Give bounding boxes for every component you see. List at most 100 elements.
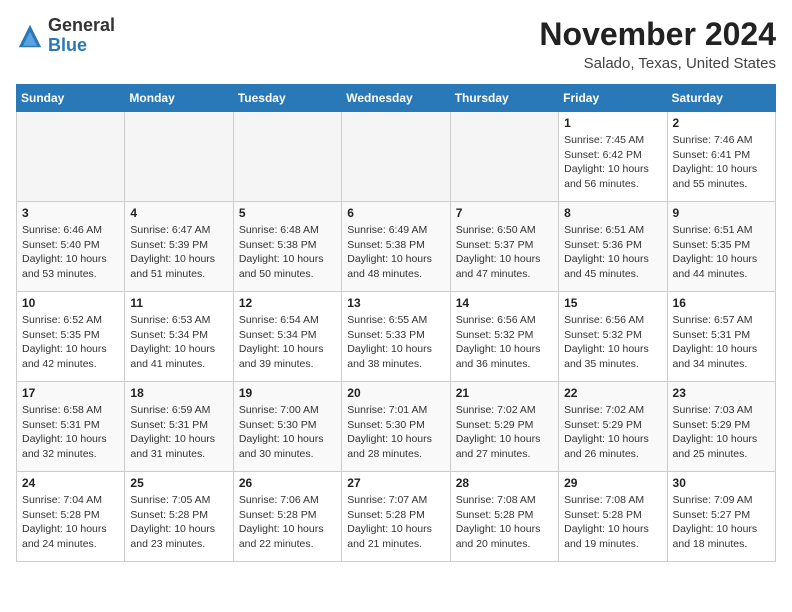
calendar-cell: 13Sunrise: 6:55 AM Sunset: 5:33 PM Dayli…	[342, 292, 450, 382]
day-info: Sunrise: 6:56 AM Sunset: 5:32 PM Dayligh…	[564, 313, 661, 372]
calendar-cell	[233, 112, 341, 202]
day-info: Sunrise: 6:51 AM Sunset: 5:35 PM Dayligh…	[673, 223, 770, 282]
day-info: Sunrise: 6:54 AM Sunset: 5:34 PM Dayligh…	[239, 313, 336, 372]
calendar-cell: 1Sunrise: 7:45 AM Sunset: 6:42 PM Daylig…	[559, 112, 667, 202]
calendar-cell: 25 Sunrise: 7:05 AM Sunset: 5:28 PM Dayli…	[125, 472, 233, 562]
calendar-header-sunday: Sunday	[17, 85, 125, 112]
day-number: 24	[22, 476, 119, 490]
calendar-header-row: SundayMondayTuesdayWednesdayThursdayFrid…	[17, 85, 776, 112]
calendar-header-friday: Friday	[559, 85, 667, 112]
calendar-header-saturday: Saturday	[667, 85, 775, 112]
day-info: Sunrise: 6:53 AM Sunset: 5:34 PM Dayligh…	[130, 313, 227, 372]
day-number: 14	[456, 296, 553, 310]
day-number: 20	[347, 386, 444, 400]
day-number: 11	[130, 296, 227, 310]
calendar-cell: 9 Sunrise: 6:51 AM Sunset: 5:35 PM Daylig…	[667, 202, 775, 292]
calendar-header-wednesday: Wednesday	[342, 85, 450, 112]
month-title: November 2024	[539, 16, 776, 53]
calendar-week-row: 17 Sunrise: 6:58 AM Sunset: 5:31 PM Dayli…	[17, 382, 776, 472]
calendar-cell: 23 Sunrise: 7:03 AM Sunset: 5:29 PM Dayli…	[667, 382, 775, 472]
calendar-cell: 12 Sunrise: 6:54 AM Sunset: 5:34 PM Dayli…	[233, 292, 341, 382]
day-number: 15	[564, 296, 661, 310]
day-info: Sunrise: 7:02 AM Sunset: 5:29 PM Dayligh…	[564, 403, 661, 462]
logo-icon	[16, 22, 44, 50]
day-info: Sunrise: 7:09 AM Sunset: 5:27 PM Dayligh…	[673, 493, 770, 552]
calendar-cell: 24 Sunrise: 7:04 AM Sunset: 5:28 PM Dayli…	[17, 472, 125, 562]
day-info: Sunrise: 7:06 AM Sunset: 5:28 PM Dayligh…	[239, 493, 336, 552]
calendar-cell: 19Sunrise: 7:00 AM Sunset: 5:30 PM Dayli…	[233, 382, 341, 472]
day-info: Sunrise: 7:07 AM Sunset: 5:28 PM Dayligh…	[347, 493, 444, 552]
day-number: 23	[673, 386, 770, 400]
day-info: Sunrise: 6:51 AM Sunset: 5:36 PM Dayligh…	[564, 223, 661, 282]
day-number: 28	[456, 476, 553, 490]
day-info: Sunrise: 7:03 AM Sunset: 5:29 PM Dayligh…	[673, 403, 770, 462]
day-info: Sunrise: 6:48 AM Sunset: 5:38 PM Dayligh…	[239, 223, 336, 282]
calendar-table: SundayMondayTuesdayWednesdayThursdayFrid…	[16, 84, 776, 562]
day-info: Sunrise: 6:50 AM Sunset: 5:37 PM Dayligh…	[456, 223, 553, 282]
calendar-cell: 5 Sunrise: 6:48 AM Sunset: 5:38 PM Daylig…	[233, 202, 341, 292]
day-number: 22	[564, 386, 661, 400]
calendar-cell: 16Sunrise: 6:57 AM Sunset: 5:31 PM Dayli…	[667, 292, 775, 382]
calendar-cell: 28 Sunrise: 7:08 AM Sunset: 5:28 PM Dayli…	[450, 472, 558, 562]
calendar-cell	[125, 112, 233, 202]
day-info: Sunrise: 6:58 AM Sunset: 5:31 PM Dayligh…	[22, 403, 119, 462]
day-info: Sunrise: 6:46 AM Sunset: 5:40 PM Dayligh…	[22, 223, 119, 282]
day-info: Sunrise: 7:08 AM Sunset: 5:28 PM Dayligh…	[564, 493, 661, 552]
calendar-cell: 7 Sunrise: 6:50 AM Sunset: 5:37 PM Daylig…	[450, 202, 558, 292]
page-header: General Blue November 2024 Salado, Texas…	[16, 16, 776, 72]
calendar-week-row: 24 Sunrise: 7:04 AM Sunset: 5:28 PM Dayli…	[17, 472, 776, 562]
calendar-cell	[450, 112, 558, 202]
day-number: 5	[239, 206, 336, 220]
calendar-cell: 15 Sunrise: 6:56 AM Sunset: 5:32 PM Dayli…	[559, 292, 667, 382]
calendar-cell: 11 Sunrise: 6:53 AM Sunset: 5:34 PM Dayli…	[125, 292, 233, 382]
calendar-cell: 3 Sunrise: 6:46 AM Sunset: 5:40 PM Daylig…	[17, 202, 125, 292]
calendar-cell: 27 Sunrise: 7:07 AM Sunset: 5:28 PM Dayli…	[342, 472, 450, 562]
day-number: 10	[22, 296, 119, 310]
calendar-week-row: 3 Sunrise: 6:46 AM Sunset: 5:40 PM Daylig…	[17, 202, 776, 292]
day-number: 18	[130, 386, 227, 400]
day-number: 3	[22, 206, 119, 220]
calendar-cell: 20 Sunrise: 7:01 AM Sunset: 5:30 PM Dayli…	[342, 382, 450, 472]
day-number: 8	[564, 206, 661, 220]
day-info: Sunrise: 6:52 AM Sunset: 5:35 PM Dayligh…	[22, 313, 119, 372]
day-number: 6	[347, 206, 444, 220]
day-info: Sunrise: 7:01 AM Sunset: 5:30 PM Dayligh…	[347, 403, 444, 462]
day-number: 25	[130, 476, 227, 490]
day-number: 17	[22, 386, 119, 400]
day-info: Sunrise: 7:02 AM Sunset: 5:29 PM Dayligh…	[456, 403, 553, 462]
calendar-cell	[342, 112, 450, 202]
calendar-cell: 10 Sunrise: 6:52 AM Sunset: 5:35 PM Dayli…	[17, 292, 125, 382]
day-info: Sunrise: 6:55 AM Sunset: 5:33 PM Dayligh…	[347, 313, 444, 372]
day-number: 27	[347, 476, 444, 490]
day-info: Sunrise: 7:04 AM Sunset: 5:28 PM Dayligh…	[22, 493, 119, 552]
day-number: 30	[673, 476, 770, 490]
day-info: Sunrise: 6:49 AM Sunset: 5:38 PM Dayligh…	[347, 223, 444, 282]
day-info: Sunrise: 6:56 AM Sunset: 5:32 PM Dayligh…	[456, 313, 553, 372]
calendar-cell: 26Sunrise: 7:06 AM Sunset: 5:28 PM Dayli…	[233, 472, 341, 562]
day-number: 16	[673, 296, 770, 310]
calendar-cell: 14 Sunrise: 6:56 AM Sunset: 5:32 PM Dayli…	[450, 292, 558, 382]
day-info: Sunrise: 7:46 AM Sunset: 6:41 PM Dayligh…	[673, 133, 770, 192]
day-number: 9	[673, 206, 770, 220]
calendar-header-thursday: Thursday	[450, 85, 558, 112]
day-info: Sunrise: 7:45 AM Sunset: 6:42 PM Dayligh…	[564, 133, 661, 192]
logo-text: General Blue	[48, 16, 115, 56]
day-number: 2	[673, 116, 770, 130]
day-number: 12	[239, 296, 336, 310]
calendar-cell	[17, 112, 125, 202]
calendar-cell: 8 Sunrise: 6:51 AM Sunset: 5:36 PM Daylig…	[559, 202, 667, 292]
day-info: Sunrise: 7:05 AM Sunset: 5:28 PM Dayligh…	[130, 493, 227, 552]
day-number: 7	[456, 206, 553, 220]
calendar-header-monday: Monday	[125, 85, 233, 112]
location-subtitle: Salado, Texas, United States	[539, 55, 776, 72]
calendar-cell: 4Sunrise: 6:47 AM Sunset: 5:39 PM Daylig…	[125, 202, 233, 292]
calendar-header-tuesday: Tuesday	[233, 85, 341, 112]
day-info: Sunrise: 7:08 AM Sunset: 5:28 PM Dayligh…	[456, 493, 553, 552]
calendar-cell: 29 Sunrise: 7:08 AM Sunset: 5:28 PM Dayli…	[559, 472, 667, 562]
calendar-cell: 21Sunrise: 7:02 AM Sunset: 5:29 PM Dayli…	[450, 382, 558, 472]
day-number: 4	[130, 206, 227, 220]
day-info: Sunrise: 6:59 AM Sunset: 5:31 PM Dayligh…	[130, 403, 227, 462]
day-number: 29	[564, 476, 661, 490]
calendar-week-row: 10 Sunrise: 6:52 AM Sunset: 5:35 PM Dayli…	[17, 292, 776, 382]
day-info: Sunrise: 7:00 AM Sunset: 5:30 PM Dayligh…	[239, 403, 336, 462]
